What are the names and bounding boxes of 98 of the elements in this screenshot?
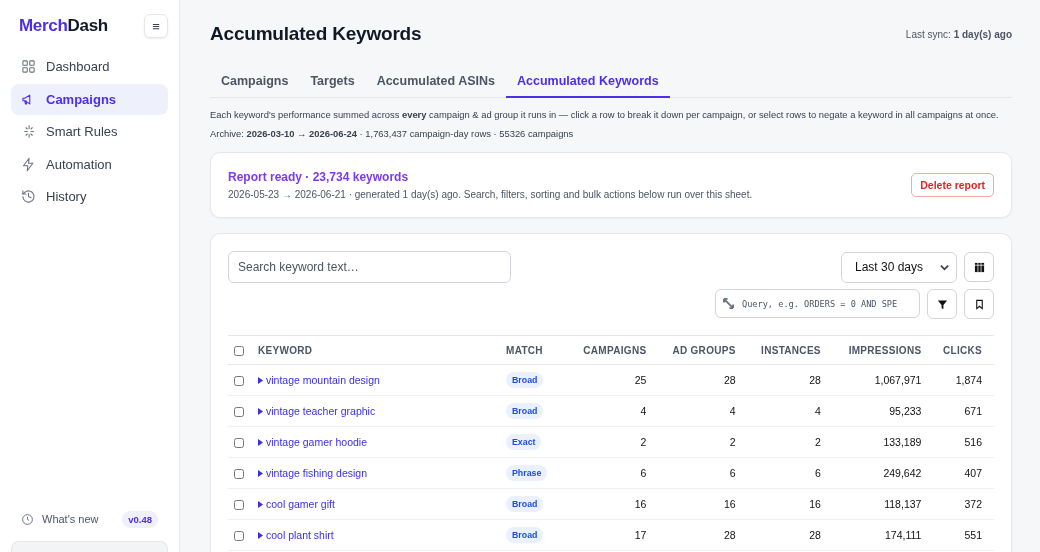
row-checkbox[interactable] xyxy=(234,376,244,387)
match-type-tag: Broad xyxy=(506,496,544,512)
table-cell: 95,233 xyxy=(889,405,922,417)
keyword-link[interactable]: vintage fishing design xyxy=(258,467,367,480)
filter-icon xyxy=(936,298,948,310)
search-field[interactable]: Search keyword text… xyxy=(228,251,511,283)
whats-new-link[interactable]: What's new xyxy=(42,513,99,525)
table-cell: 118,137 xyxy=(884,498,922,510)
table-cell: 2 xyxy=(640,436,647,448)
caret-icon xyxy=(258,407,263,415)
version-badge: v0.48 xyxy=(122,510,158,528)
match-type-tag: Exact xyxy=(506,434,542,450)
row-checkbox[interactable] xyxy=(234,438,244,449)
match-type-tag: Broad xyxy=(506,372,544,388)
last-sync-text: Last sync: 1 day(s) ago xyxy=(905,28,1012,40)
columns-icon xyxy=(973,261,985,273)
column-header[interactable]: KEYWORD xyxy=(258,335,506,365)
match-type-tag: Broad xyxy=(506,403,544,419)
keyword-link[interactable]: cool plant shirt xyxy=(258,529,334,542)
app-logo: MerchDash xyxy=(19,16,108,36)
delete-report-button[interactable]: Delete report xyxy=(911,173,994,197)
column-header[interactable]: CAMPAIGNS xyxy=(569,335,659,365)
table-cell: 407 xyxy=(964,467,982,479)
table-cell: 6 xyxy=(640,467,647,479)
date-range-dropdown[interactable]: Last 30 days xyxy=(841,251,957,283)
table-cell: 28 xyxy=(809,374,821,386)
table-cell: 16 xyxy=(634,498,647,510)
row-checkbox[interactable] xyxy=(234,407,244,418)
query-field[interactable]: Query, e.g. ORDERS = 0 AND SPE xyxy=(715,289,920,318)
tab[interactable]: Targets xyxy=(299,70,366,98)
column-header[interactable]: CLICKS xyxy=(933,335,994,365)
column-header[interactable]: INSTANCES xyxy=(747,335,833,365)
caret-icon xyxy=(258,531,263,539)
keyword-link[interactable]: cool gamer gift xyxy=(258,498,335,511)
table-cell: 16 xyxy=(724,498,736,510)
chevron-down-icon xyxy=(940,262,949,272)
sidebar-item[interactable]: Smart Rules xyxy=(11,116,168,147)
sidebar-item[interactable]: Campaigns xyxy=(11,83,168,115)
column-header[interactable]: MATCH xyxy=(506,335,570,365)
history-icon xyxy=(21,189,36,204)
expand-icon xyxy=(723,298,734,309)
caret-icon xyxy=(258,500,263,508)
table-cell: 6 xyxy=(729,467,736,479)
row-checkbox[interactable] xyxy=(234,500,244,511)
table-cell: 25 xyxy=(634,374,647,386)
column-header[interactable]: IMPRESSIONS xyxy=(832,335,934,365)
caret-icon xyxy=(258,469,263,477)
bookmark-button[interactable] xyxy=(964,289,994,319)
tab[interactable]: Campaigns xyxy=(210,70,300,98)
table-cell: 4 xyxy=(815,405,821,417)
table-cell: 249,642 xyxy=(883,467,922,479)
page-title: Accumulated Keywords xyxy=(210,23,422,45)
tab[interactable]: Accumulated ASINs xyxy=(365,70,506,98)
sidebar-item[interactable]: Dashboard xyxy=(11,51,168,82)
table-cell: 2 xyxy=(815,436,821,448)
caret-icon xyxy=(258,376,263,384)
sidebar-item[interactable]: History xyxy=(11,181,168,212)
row-checkbox[interactable] xyxy=(234,469,244,480)
clock-icon xyxy=(21,512,34,526)
match-type-tag: Broad xyxy=(506,527,544,543)
bookmark-icon xyxy=(973,298,985,310)
select-all-checkbox[interactable] xyxy=(234,345,244,356)
table-cell: 671 xyxy=(964,405,982,417)
keyword-link[interactable]: vintage teacher graphic xyxy=(258,405,376,418)
table-cell: 28 xyxy=(724,374,736,386)
table-cell: 16 xyxy=(809,498,821,510)
table-cell: 1,067,971 xyxy=(874,374,922,386)
table-cell: 133,189 xyxy=(883,436,922,448)
table-cell: 372 xyxy=(964,498,982,510)
tab[interactable]: Accumulated Keywords xyxy=(505,70,670,98)
filter-button[interactable] xyxy=(927,289,957,319)
table-cell: 551 xyxy=(964,529,982,541)
report-details: 2026-05-23 → 2026-06-21 · generated 1 day(s) ago. Search, filters, sorting and bulk actions below run over this sheet. xyxy=(228,189,753,200)
table-cell: 2 xyxy=(729,436,736,448)
table-cell: 17 xyxy=(634,529,647,541)
column-header[interactable]: AD GROUPS xyxy=(658,335,748,365)
sidebar-item[interactable]: Automation xyxy=(11,148,168,180)
table-cell: 4 xyxy=(640,405,647,417)
description-text: Each keyword's performance summed across every campaign & ad group it runs in — click a row to break it down per campaign, or select rows to negate a keyword in all campaigns at once. xyxy=(210,108,1000,122)
archive-text: Archive: 2026-03-10 → 2026-06-24 · 1,763,437 campaign-day rows · 55326 campaigns xyxy=(210,127,575,141)
table-cell: 1,874 xyxy=(955,374,982,386)
table-cell: 174,111 xyxy=(885,529,922,541)
row-checkbox[interactable] xyxy=(234,531,244,542)
keyword-link[interactable]: vintage gamer hoodie xyxy=(258,436,367,449)
match-type-tag: Phrase xyxy=(506,465,548,481)
table-cell: 28 xyxy=(724,529,736,541)
lightning-icon xyxy=(21,156,36,172)
table-cell: 4 xyxy=(729,405,736,417)
menu-button[interactable]: ≡ xyxy=(144,14,168,38)
table-cell: 28 xyxy=(809,529,821,541)
caret-icon xyxy=(258,438,263,446)
keyword-link[interactable]: vintage mountain design xyxy=(258,374,380,387)
report-title: Report ready · 23,734 keywords xyxy=(228,170,410,184)
table-cell: 516 xyxy=(964,436,982,448)
sparkle-icon xyxy=(21,124,36,139)
columns-button[interactable] xyxy=(964,252,994,282)
grid-icon xyxy=(21,59,36,74)
table-cell: 6 xyxy=(815,467,821,479)
